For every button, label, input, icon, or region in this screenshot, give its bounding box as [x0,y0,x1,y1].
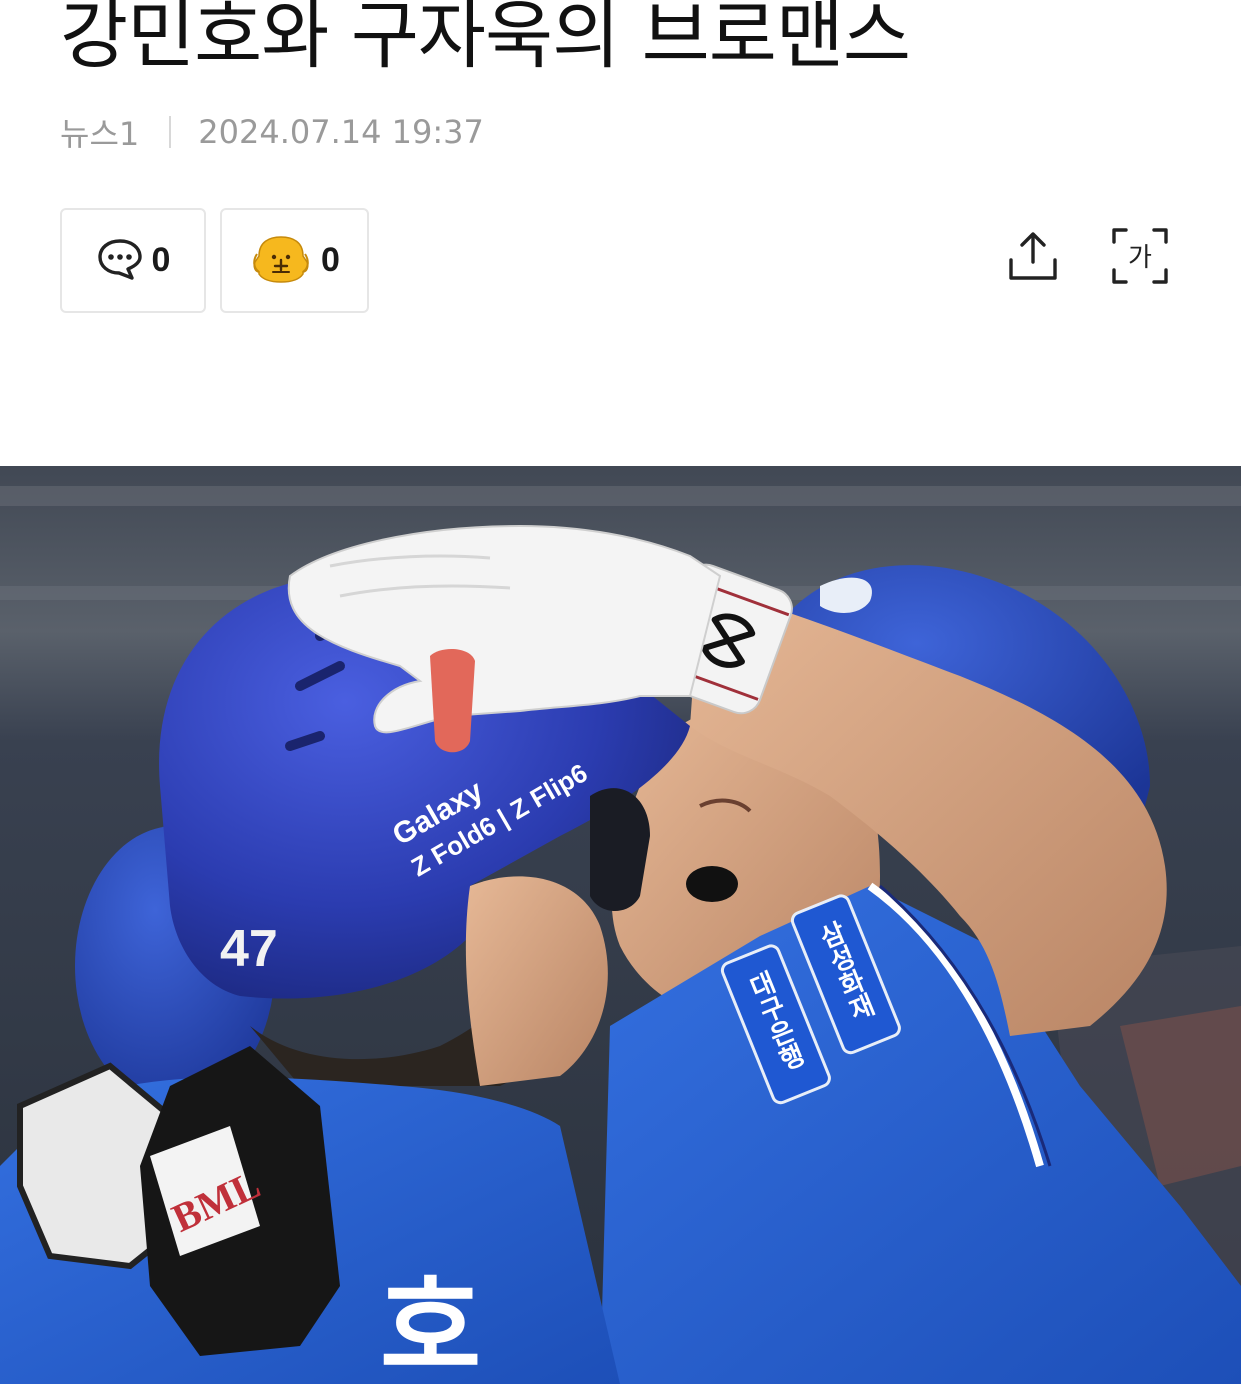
helmet-number: 47 [220,920,278,978]
share-upload-icon [1009,232,1057,280]
text-size-button[interactable]: 가 [1110,226,1170,286]
speech-bubble-icon [96,236,144,286]
article-page: 강민호와 구자욱의 브로맨스 뉴스1 2024.07.14 19:37 0 0 … [0,0,1241,1384]
reaction-count: 0 [321,241,340,279]
comment-count: 0 [151,241,171,279]
reaction-button[interactable]: 0 [220,208,369,313]
text-size-icon: 가 [1112,228,1168,284]
article-meta: 뉴스1 2024.07.14 19:37 [60,109,484,155]
article-source[interactable]: 뉴스1 [60,109,139,155]
baseball-players-hug-image: 삼성화재 대구은행 Galaxy Z Fold6 | Z Flip6 47 호 … [0,466,1241,1384]
article-title: 강민호와 구자욱의 브로맨스 [60,0,911,79]
dog-face-icon [249,234,313,288]
share-button[interactable] [1003,226,1063,286]
article-datetime: 2024.07.14 19:37 [198,113,484,151]
jersey-text: 호 [380,1264,481,1384]
comment-button[interactable]: 0 [60,208,206,313]
meta-divider [169,116,172,148]
text-size-glyph: 가 [1128,243,1152,273]
article-photo: 삼성화재 대구은행 Galaxy Z Fold6 | Z Flip6 47 호 … [0,466,1241,1384]
